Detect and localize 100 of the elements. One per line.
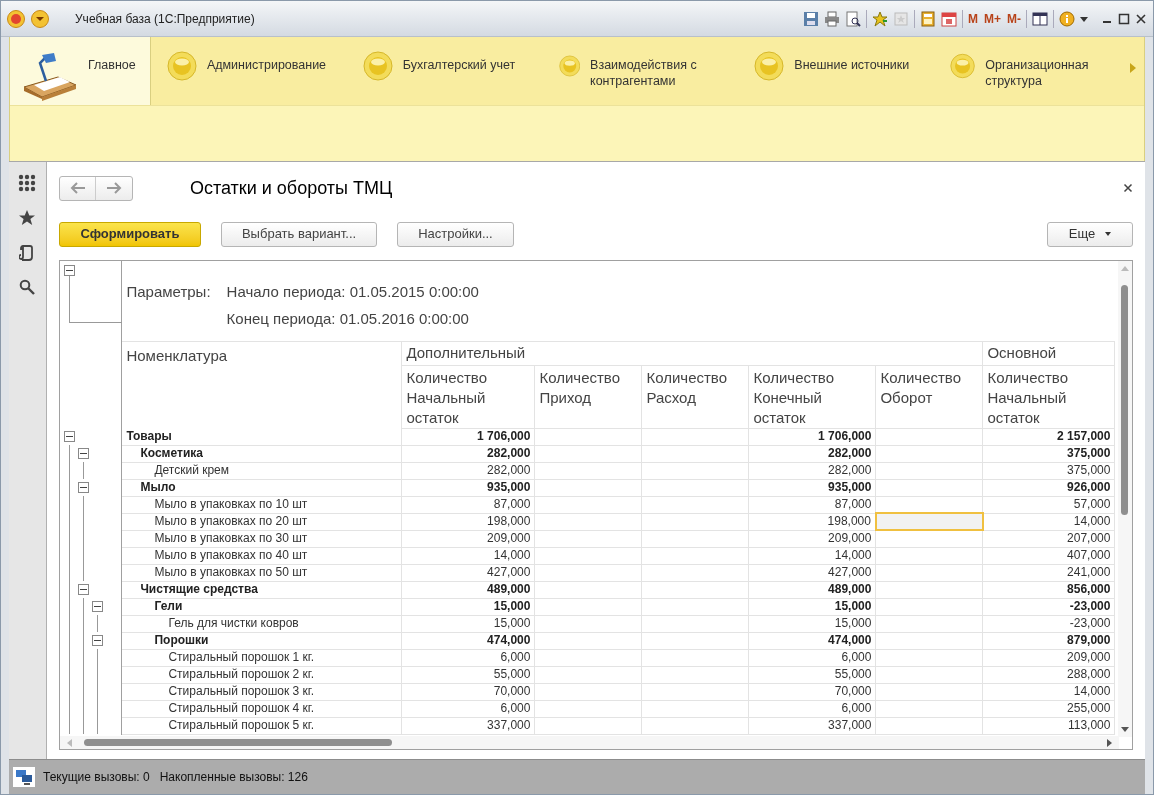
history-icon[interactable] xyxy=(19,244,36,262)
apps-grid-icon[interactable] xyxy=(18,174,37,192)
section-tab[interactable]: Внешние источники xyxy=(738,37,935,105)
section-circle-icon xyxy=(950,51,976,81)
section-tab[interactable]: Администрирование xyxy=(150,37,347,105)
table-cell: 6,000 xyxy=(401,700,535,717)
scroll-thumb[interactable] xyxy=(1120,285,1128,515)
column-header: Количество Приход xyxy=(534,365,642,428)
table-cell: 282,000 xyxy=(748,462,876,479)
calculator-icon[interactable] xyxy=(920,10,936,27)
scroll-right-icon[interactable] xyxy=(1106,739,1113,747)
table-cell: 14,000 xyxy=(748,547,876,564)
table-cell: 1 706,000 xyxy=(748,428,876,445)
forward-arrow-icon[interactable] xyxy=(106,182,123,194)
column-header: Количество Начальный остаток xyxy=(982,365,1115,428)
table-cell: 15,000 xyxy=(401,615,535,632)
table-cell: Стиральный порошок 2 кг. xyxy=(121,666,402,683)
table-cell: 2 157,000 xyxy=(982,428,1115,445)
column-header: Номенклатура xyxy=(121,341,402,428)
generate-button[interactable]: Сформировать xyxy=(58,221,201,247)
parameter-text: Конец периода: 01.05.2016 0:00:00 xyxy=(226,308,470,329)
parameter-text: Начало периода: 01.05.2015 0:00:00 xyxy=(226,282,479,302)
table-cell: 113,000 xyxy=(982,717,1115,734)
group-cell: Чистящие средства xyxy=(121,581,402,598)
collapse-icon[interactable] xyxy=(77,482,89,493)
memory-button[interactable]: M+ xyxy=(984,9,1001,28)
add-favorite-icon[interactable] xyxy=(872,10,888,27)
table-cell: 427,000 xyxy=(748,564,876,581)
print-icon[interactable] xyxy=(824,10,840,27)
collapse-icon[interactable] xyxy=(91,601,103,612)
caret-icon xyxy=(1105,232,1112,236)
table-cell: 55,000 xyxy=(401,666,535,683)
selected-cell[interactable] xyxy=(875,513,983,530)
network-computers-icon[interactable] xyxy=(13,767,35,787)
info-icon[interactable] xyxy=(1059,10,1075,27)
table-cell: 207,000 xyxy=(982,530,1115,547)
scroll-thumb[interactable] xyxy=(83,739,392,746)
section-tab[interactable]: Главное xyxy=(10,37,151,105)
status-text: Накопленные вызовы: 126 xyxy=(159,769,308,786)
group-cell: Косметика xyxy=(121,445,402,462)
more-button[interactable]: Еще xyxy=(1047,221,1133,247)
save-icon[interactable] xyxy=(803,10,819,27)
back-arrow-icon[interactable] xyxy=(69,182,86,194)
table-cell: 87,000 xyxy=(401,496,535,513)
table-cell: 198,000 xyxy=(401,513,535,530)
table-cell: 282,000 xyxy=(401,462,535,479)
scroll-down-icon[interactable] xyxy=(1120,727,1129,733)
star-icon[interactable] xyxy=(18,209,37,227)
toolbar-button[interactable]: Настройки... xyxy=(397,221,514,247)
collapse-icon[interactable] xyxy=(63,431,75,442)
calendar-icon[interactable] xyxy=(941,10,957,27)
table-cell: 209,000 xyxy=(401,530,535,547)
vertical-scrollbar[interactable] xyxy=(1117,261,1132,737)
menu-dropdown-icon[interactable] xyxy=(31,9,49,28)
table-cell: -23,000 xyxy=(982,615,1115,632)
window-title: Учебная база (1С:Предприятие) xyxy=(75,10,255,28)
group-cell: Гели xyxy=(121,598,402,615)
memory-button[interactable]: M xyxy=(968,9,978,28)
group-cell: Товары xyxy=(121,428,402,445)
collapse-icon[interactable] xyxy=(77,584,89,595)
horizontal-scrollbar[interactable] xyxy=(59,736,1119,749)
table-cell: 70,000 xyxy=(748,683,876,700)
caret-icon[interactable] xyxy=(1080,14,1088,23)
table-cell: Мыло в упаковках по 10 шт xyxy=(121,496,402,513)
column-header: Количество Расход xyxy=(641,365,749,428)
section-circle-icon xyxy=(754,51,785,81)
section-tab[interactable]: Взаимодействия с контрагентами xyxy=(542,37,739,105)
table-cell: 337,000 xyxy=(748,717,876,734)
table-cell: 282,000 xyxy=(401,445,535,462)
table-cell: 1 706,000 xyxy=(401,428,535,445)
column-header: Количество Оборот xyxy=(875,365,983,428)
preview-icon[interactable] xyxy=(845,10,861,27)
collapse-icon[interactable] xyxy=(63,265,75,276)
close-icon[interactable] xyxy=(1123,183,1133,193)
maximize-icon[interactable] xyxy=(1118,12,1130,25)
table-cell: 15,000 xyxy=(748,598,876,615)
toolbar-button[interactable]: Выбрать вариант... xyxy=(220,221,378,247)
table-cell: 70,000 xyxy=(401,683,535,700)
table-cell: 15,000 xyxy=(748,615,876,632)
section-tab[interactable]: Организационная структура xyxy=(934,37,1130,105)
section-tab[interactable]: Бухгалтерский учет xyxy=(346,37,543,105)
table-cell: 935,000 xyxy=(748,479,876,496)
table-cell: 87,000 xyxy=(748,496,876,513)
table-cell: 474,000 xyxy=(401,632,535,649)
close-icon[interactable] xyxy=(1135,12,1147,25)
app-logo-icon[interactable] xyxy=(7,9,25,28)
table-cell: 427,000 xyxy=(401,564,535,581)
search-icon[interactable] xyxy=(19,279,36,295)
panel-layout-icon[interactable] xyxy=(1032,10,1048,27)
table-cell: Гель для чистки ковров xyxy=(121,615,402,632)
table-cell: 6,000 xyxy=(748,700,876,717)
collapse-icon[interactable] xyxy=(91,635,103,646)
table-cell: Детский крем xyxy=(121,462,402,479)
table-cell: 935,000 xyxy=(401,479,535,496)
table-cell: 55,000 xyxy=(748,666,876,683)
collapse-icon[interactable] xyxy=(77,448,89,459)
table-cell: 6,000 xyxy=(401,649,535,666)
section-circle-icon xyxy=(362,51,393,81)
memory-button[interactable]: M- xyxy=(1007,9,1021,28)
table-cell: 856,000 xyxy=(982,581,1115,598)
